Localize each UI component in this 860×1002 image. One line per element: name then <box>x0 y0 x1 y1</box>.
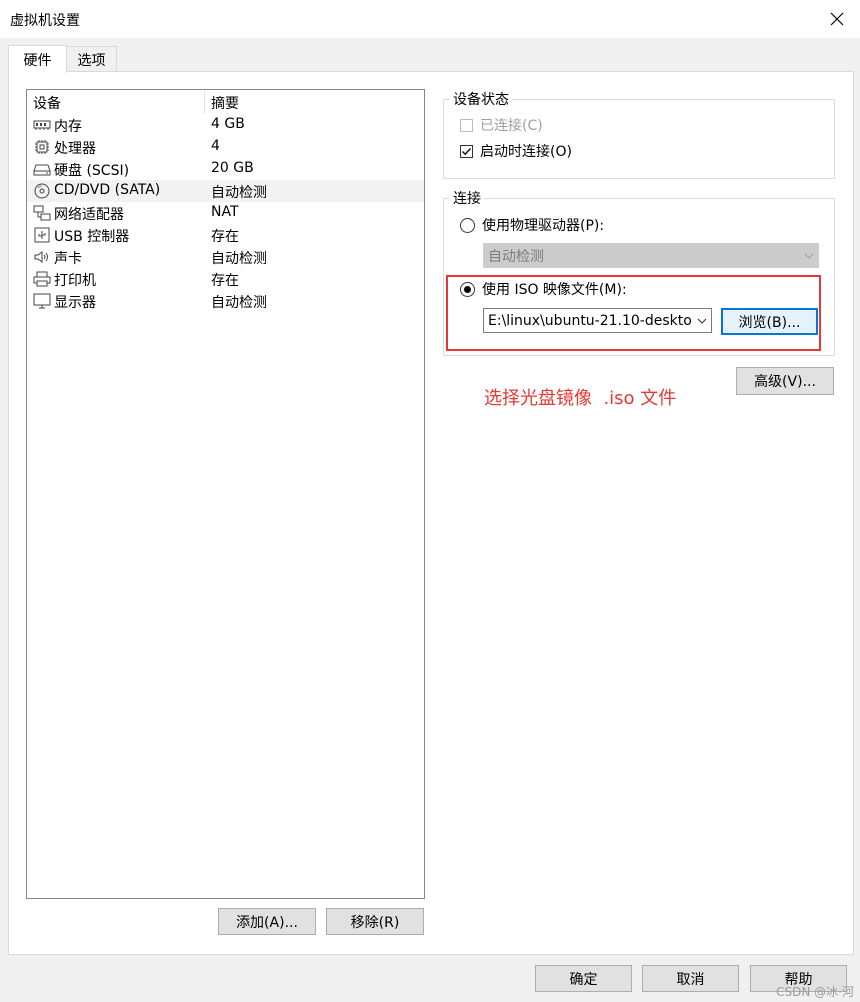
device-row-usb[interactable]: USB 控制器 存在 <box>27 224 424 246</box>
remove-button[interactable]: 移除(R) <box>326 908 424 935</box>
connect-at-power-on-checkbox[interactable]: 启动时连接(O) <box>460 141 572 161</box>
usb-icon <box>34 227 50 243</box>
physical-drive-value: 自动检测 <box>488 248 544 265</box>
add-button[interactable]: 添加(A)... <box>218 908 316 935</box>
advanced-button[interactable]: 高级(V)... <box>736 367 834 395</box>
device-summary: 自动检测 <box>211 295 267 311</box>
cpu-icon <box>35 140 49 154</box>
chevron-down-icon <box>800 253 818 259</box>
speaker-icon <box>34 251 48 263</box>
device-row-cddvd[interactable]: CD/DVD (SATA) 自动检测 <box>27 180 424 202</box>
device-status-title: 设备状态 <box>453 92 509 108</box>
column-divider[interactable] <box>204 90 205 114</box>
tab-hardware-label: 硬件 <box>23 52 52 69</box>
annotation-text: 选择光盘镜像 .iso 文件 <box>484 388 677 409</box>
device-row-display[interactable]: 显示器 自动检测 <box>27 290 424 312</box>
checkmark-icon <box>462 147 471 155</box>
device-row-printer[interactable]: 打印机 存在 <box>27 268 424 290</box>
cd-icon <box>34 183 50 199</box>
connected-checkbox-box <box>460 118 473 132</box>
tab-options[interactable]: 选项 <box>66 46 117 72</box>
connected-checkbox[interactable]: 已连接(C) <box>460 115 543 135</box>
harddisk-icon <box>33 164 51 176</box>
device-summary: 自动检测 <box>211 185 267 201</box>
title-bar: 虚拟机设置 <box>0 0 860 38</box>
ok-button[interactable]: 确定 <box>535 965 632 992</box>
device-summary: 20 GB <box>211 160 254 176</box>
device-summary: 4 GB <box>211 116 245 132</box>
connect-at-power-on-label: 启动时连接(O) <box>480 144 572 160</box>
watermark: CSDN @冰·河 <box>776 985 854 999</box>
device-row-network[interactable]: 网络适配器 NAT <box>27 202 424 224</box>
device-row-sound[interactable]: 声卡 自动检测 <box>27 246 424 268</box>
tab-options-label: 选项 <box>77 52 106 69</box>
cancel-button[interactable]: 取消 <box>642 965 739 992</box>
connected-label: 已连接(C) <box>480 118 543 134</box>
advanced-button-label: 高级(V)... <box>754 374 816 390</box>
device-row-processor[interactable]: 处理器 4 <box>27 136 424 158</box>
device-row-harddisk[interactable]: 硬盘 (SCSI) 20 GB <box>27 158 424 180</box>
checkbox-checked-box <box>460 144 473 158</box>
highlight-box <box>446 275 821 351</box>
add-button-label: 添加(A)... <box>236 914 298 931</box>
device-summary: 4 <box>211 138 220 154</box>
device-name: 硬盘 (SCSI) <box>54 163 130 179</box>
radio-unselected <box>460 217 475 233</box>
tab-hardware[interactable]: 硬件 <box>8 45 67 73</box>
ok-button-label: 确定 <box>569 971 598 988</box>
close-button[interactable] <box>814 0 860 38</box>
physical-drive-select[interactable]: 自动检测 <box>483 243 819 268</box>
hardware-panel: 设备 摘要 内存 4 GB 处理器 4 硬盘 (SCSI) 20 GB CD/D… <box>8 71 854 955</box>
device-row-memory[interactable]: 内存 4 GB <box>27 114 424 136</box>
remove-button-label: 移除(R) <box>350 914 400 931</box>
memory-icon <box>33 120 51 130</box>
device-summary: NAT <box>211 204 239 220</box>
printer-icon <box>33 271 51 287</box>
device-list[interactable]: 设备 摘要 内存 4 GB 处理器 4 硬盘 (SCSI) 20 GB CD/D… <box>26 89 425 899</box>
physical-drive-label: 使用物理驱动器(P): <box>482 218 605 234</box>
cancel-button-label: 取消 <box>676 971 705 988</box>
window-title: 虚拟机设置 <box>10 13 80 29</box>
device-name: USB 控制器 <box>54 229 130 245</box>
network-icon <box>33 205 51 221</box>
monitor-icon <box>33 293 51 309</box>
device-name: CD/DVD (SATA) <box>54 182 161 198</box>
summary-column-header[interactable]: 摘要 <box>211 93 239 113</box>
device-name: 网络适配器 <box>54 207 124 223</box>
device-summary: 存在 <box>211 273 239 289</box>
device-name: 打印机 <box>54 273 96 289</box>
device-summary: 自动检测 <box>211 251 267 267</box>
close-icon <box>830 12 844 26</box>
device-summary: 存在 <box>211 229 239 245</box>
device-list-header: 设备 摘要 <box>27 90 424 114</box>
device-name: 内存 <box>54 119 82 135</box>
device-name: 显示器 <box>54 295 96 311</box>
device-column-header[interactable]: 设备 <box>33 93 61 113</box>
physical-drive-radio[interactable]: 使用物理驱动器(P): <box>460 215 604 235</box>
device-name: 声卡 <box>54 251 82 267</box>
device-name: 处理器 <box>54 141 96 157</box>
connection-title: 连接 <box>453 191 481 207</box>
